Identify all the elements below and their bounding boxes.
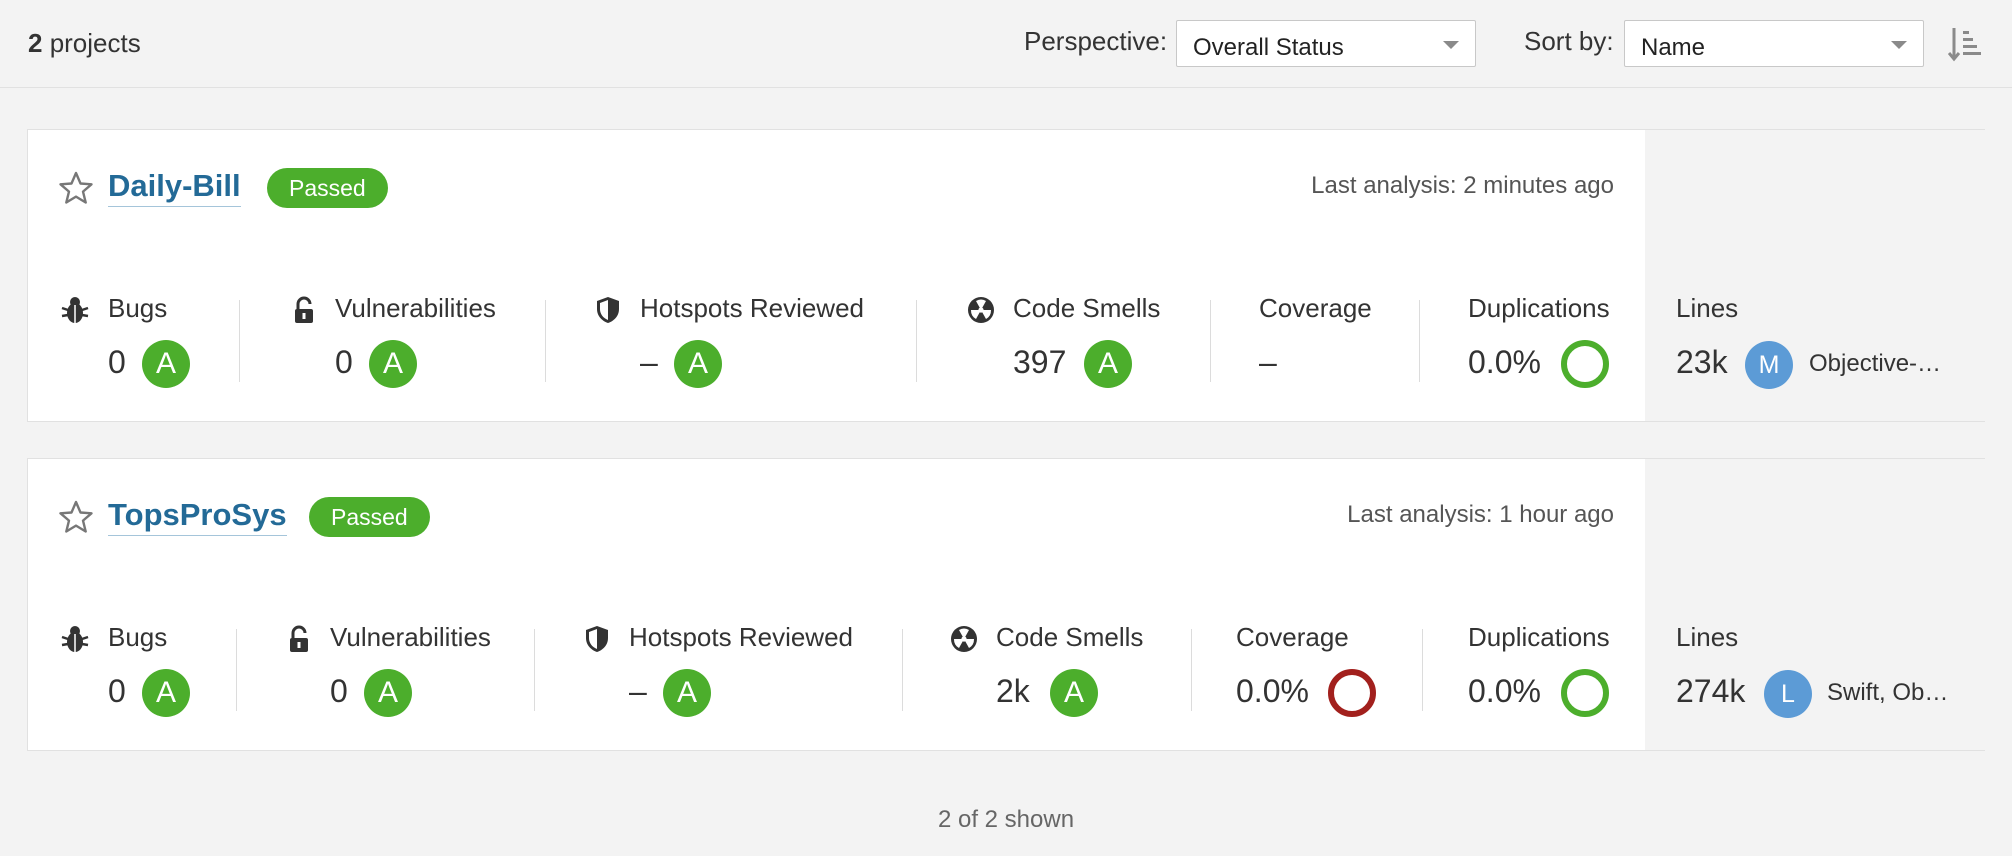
vulnerabilities-label: Vulnerabilities [335,293,496,323]
code-smells-rating[interactable]: A [1050,669,1098,717]
bug-icon [61,626,89,652]
coverage-ring [1328,669,1376,717]
divider [1422,629,1423,711]
perspective-value: Overall Status [1193,34,1344,61]
duplications-ring [1561,669,1609,717]
star-icon[interactable] [58,170,94,206]
bugs-label: Bugs [108,293,168,323]
radiation-icon [951,626,977,652]
vulnerabilities-rating[interactable]: A [369,340,417,388]
duplications-label: Duplications [1468,293,1610,323]
project-card: Daily-Bill Passed Last analysis: 2 minut… [27,129,1985,422]
divider [236,629,237,711]
lines-value: 23k [1676,344,1728,380]
duplications-value[interactable]: 0.0% [1468,673,1541,710]
project-count-suffix: projects [42,28,141,58]
coverage-label: Coverage [1259,293,1372,323]
unlock-icon [295,296,313,323]
hotspots-value[interactable]: – [640,344,658,381]
divider [534,629,535,711]
vulnerabilities-label: Vulnerabilities [330,622,491,652]
divider [1419,300,1420,382]
quality-gate-badge: Passed [309,497,430,537]
divider [902,629,903,711]
bug-icon [61,297,89,323]
perspective-label: Perspective: [1024,26,1168,56]
shield-icon [597,297,619,323]
lines-label: Lines [1676,622,1739,652]
divider [916,300,917,382]
vulnerabilities-rating[interactable]: A [364,669,412,717]
bugs-rating[interactable]: A [142,669,190,717]
divider [1191,629,1192,711]
project-card: TopsProSys Passed Last analysis: 1 hour … [27,458,1985,751]
bugs-rating[interactable]: A [142,340,190,388]
last-analysis: Last analysis: 2 minutes ago [1311,172,1614,199]
bugs-value[interactable]: 0 [108,344,126,381]
sort-order-icon[interactable] [1948,26,1982,62]
coverage-value[interactable]: 0.0% [1236,673,1309,710]
project-name-link[interactable]: TopsProSys [108,497,287,536]
star-icon[interactable] [58,499,94,535]
hotspots-rating[interactable]: A [663,669,711,717]
chevron-down-icon [1891,41,1907,49]
bugs-value[interactable]: 0 [108,673,126,710]
bugs-label: Bugs [108,622,168,652]
sort-label: Sort by: [1524,26,1614,56]
projects-toolbar: 2 projects Perspective: Overall Status S… [0,0,2012,88]
code-smells-value[interactable]: 2k [996,673,1030,710]
lines-value: 274k [1676,673,1746,709]
language-avatar: M [1745,341,1793,389]
hotspots-rating[interactable]: A [674,340,722,388]
chevron-down-icon [1443,41,1459,49]
project-name-link[interactable]: Daily-Bill [108,168,241,207]
code-smells-label: Code Smells [1013,293,1161,323]
last-analysis: Last analysis: 1 hour ago [1347,501,1614,528]
shown-count: 2 of 2 shown [937,806,1075,833]
coverage-value[interactable]: – [1259,344,1277,381]
radiation-icon [968,297,994,323]
lines-label: Lines [1676,293,1739,323]
duplications-ring [1561,340,1609,388]
code-smells-value[interactable]: 397 [1013,344,1066,381]
sort-value: Name [1641,34,1706,61]
divider [545,300,546,382]
languages: Objective-… [1809,350,1942,377]
duplications-label: Duplications [1468,622,1610,652]
project-count: 2 projects [28,28,141,59]
project-count-number: 2 [28,28,43,58]
divider [1210,300,1211,382]
coverage-label: Coverage [1236,622,1349,652]
divider [239,300,240,382]
language-avatar: L [1764,670,1812,718]
unlock-icon [290,625,308,652]
hotspots-label: Hotspots Reviewed [640,293,864,323]
vulnerabilities-value[interactable]: 0 [330,673,348,710]
languages: Swift, Ob… [1827,679,1949,706]
code-smells-rating[interactable]: A [1084,340,1132,388]
hotspots-value[interactable]: – [629,673,647,710]
code-smells-label: Code Smells [996,622,1144,652]
quality-gate-badge: Passed [267,168,388,208]
sort-select[interactable]: Name [1624,20,1924,67]
perspective-select[interactable]: Overall Status [1176,20,1476,67]
shield-icon [586,626,608,652]
duplications-value[interactable]: 0.0% [1468,344,1541,381]
hotspots-label: Hotspots Reviewed [629,622,853,652]
vulnerabilities-value[interactable]: 0 [335,344,353,381]
